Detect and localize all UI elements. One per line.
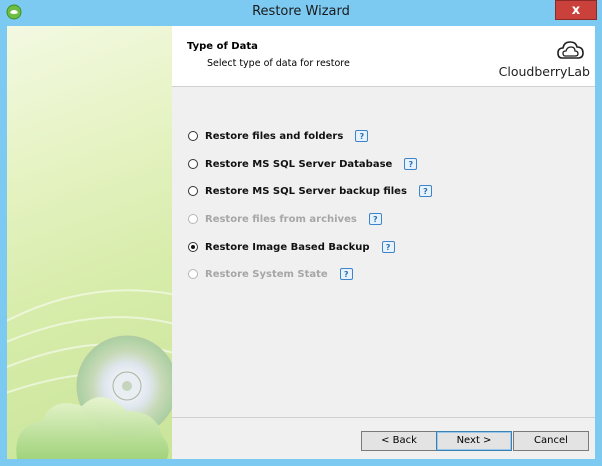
cloud-logo-icon [557,41,584,59]
option-label: Restore files and folders [205,130,344,142]
page-subtitle: Select type of data for restore [207,58,350,69]
help-icon[interactable]: ? [418,185,432,197]
footer-divider [172,417,595,418]
option-label: Restore MS SQL Server backup files [205,185,407,197]
restore-wizard-window: Restore Wizard x Type of Data Select typ… [0,0,602,466]
page-title: Type of Data [187,41,258,52]
option-label: Restore System State [205,268,328,280]
help-icon[interactable]: ? [404,158,418,170]
disc-cloud-illustration [7,289,172,459]
option-restore-image-based-backup[interactable]: Restore Image Based Backup ? [188,237,395,257]
logo-text: CloudberryLab [498,64,590,79]
option-restore-files-from-archives: Restore files from archives ? [188,209,382,229]
close-button[interactable]: x [555,0,597,20]
option-restore-system-state: Restore System State ? [188,264,353,284]
help-icon[interactable]: ? [339,268,353,280]
option-restore-mssql-backup-files[interactable]: Restore MS SQL Server backup files ? [188,181,432,201]
next-button[interactable]: Next > [436,431,512,451]
cloudberry-logo: CloudberryLab [494,36,590,84]
option-label: Restore MS SQL Server Database [205,158,393,170]
help-icon[interactable]: ? [368,213,382,225]
back-button[interactable]: < Back [361,431,437,451]
radio-button[interactable] [188,131,198,141]
option-restore-files-folders[interactable]: Restore files and folders ? [188,126,369,146]
title-bar[interactable]: Restore Wizard x [0,0,602,26]
cancel-button[interactable]: Cancel [513,431,589,451]
option-restore-mssql-database[interactable]: Restore MS SQL Server Database ? [188,154,418,174]
option-label: Restore Image Based Backup [205,241,370,253]
radio-button[interactable] [188,186,198,196]
radio-button [188,214,198,224]
radio-button[interactable] [188,159,198,169]
option-label: Restore files from archives [205,213,357,225]
radio-button [188,269,198,279]
help-icon[interactable]: ? [355,130,369,142]
restore-type-options: Restore files and folders ? Restore MS S… [172,87,595,417]
side-banner [7,26,172,459]
wizard-header: Type of Data Select type of data for res… [172,26,595,86]
radio-button-selected[interactable] [188,242,198,252]
window-title: Restore Wizard [252,4,350,19]
help-icon[interactable]: ? [381,241,395,253]
wizard-body: Type of Data Select type of data for res… [7,26,595,459]
